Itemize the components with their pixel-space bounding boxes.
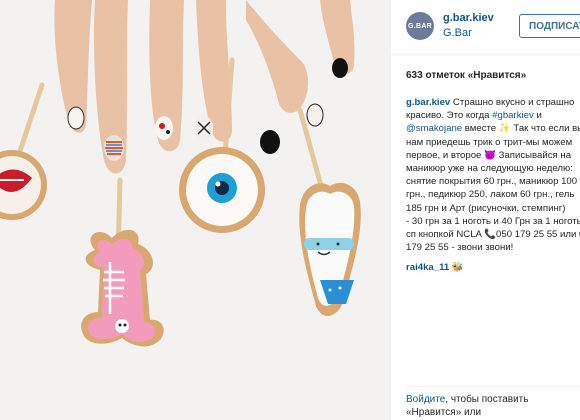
nail-art-cookies-image — [0, 0, 391, 420]
caption-text: вместе ✨ Так что если вы — [462, 123, 580, 135]
login-prompt-text-2: «Нравится» или — [406, 407, 482, 418]
comment: rai4ka_11 🐝 — [406, 262, 464, 273]
caption-line: 185 грн и Арт (рисуночки, стемпинг) — [406, 202, 580, 215]
caption-line: @smakojane вместе ✨ Так что если вы — [406, 122, 580, 135]
caption-username[interactable]: g.bar.kiev — [406, 97, 450, 108]
likes-count[interactable]: 633 отметок «Нравится» — [406, 70, 526, 81]
caption-text: нам приедешь трик о трит-мы можем — [406, 136, 573, 148]
caption-text: снятие покрытия 60 грн., маникюр 100 — [406, 176, 578, 188]
caption-text: маникюр уже на следующую неделю: — [406, 162, 573, 174]
caption-text: грн., педикюр 250, лаком 60 грн., гель — [406, 189, 575, 201]
caption-text: сп кнопкой NCLA 📞050 179 25 55 или 050 — [406, 228, 580, 240]
caption-line: снятие покрытия 60 грн., маникюр 100 — [406, 175, 580, 188]
login-prompt: Войдите, чтобы поставить «Нравится» или — [406, 386, 580, 419]
mention-link[interactable]: @smakojane — [406, 123, 462, 134]
caption-text: красиво. Это когда — [406, 110, 493, 122]
post-sidebar: G.BAR g.bar.kiev G.Bar ПОДПИСАТЬСЯ 633 о… — [391, 0, 580, 420]
caption-line: 179 25 55 - звони звони! — [406, 241, 580, 254]
post-header: G.BAR g.bar.kiev G.Bar ПОДПИСАТЬСЯ — [391, 0, 580, 55]
caption-text: 179 25 55 - звони звони! — [406, 242, 514, 254]
follow-button[interactable]: ПОДПИСАТЬСЯ — [519, 14, 580, 38]
caption-text: первое, и второе 😈 Записывайся на — [406, 149, 572, 161]
login-prompt-text: , чтобы поставить — [445, 394, 529, 405]
caption-line: - 30 грн за 1 ноготь и 40 Грн за 1 ногот… — [406, 215, 580, 228]
caption-line: g.bar.kiev Страшно вкусно и страшно — [406, 96, 580, 109]
post-photo[interactable] — [0, 0, 391, 420]
caption-text: - 30 грн за 1 ноготь и 40 Грн за 1 ногот… — [406, 215, 580, 227]
caption-line: маникюр уже на следующую неделю: — [406, 162, 580, 175]
caption-line: сп кнопкой NCLA 📞050 179 25 55 или 050 — [406, 228, 580, 241]
caption-line: красиво. Это когда #gbarkiev и — [406, 109, 580, 122]
comment-username[interactable]: rai4ka_11 — [406, 262, 449, 273]
login-link[interactable]: Войдите — [406, 394, 445, 405]
caption-line: грн., педикюр 250, лаком 60 грн., гель — [406, 188, 580, 201]
hashtag-link[interactable]: #gbarkiev — [492, 110, 534, 121]
caption-text: Страшно вкусно и страшно — [450, 97, 575, 108]
avatar[interactable]: G.BAR — [406, 12, 434, 40]
comment-text: 🐝 — [451, 262, 464, 273]
caption-line: первое, и второе 😈 Записывайся на — [406, 149, 580, 162]
full-name: G.Bar — [443, 27, 472, 39]
caption-text: 185 грн и Арт (рисуночки, стемпинг) — [406, 202, 566, 214]
caption-text: и — [533, 110, 542, 122]
caption-line: нам приедешь трик о трит-мы можем — [406, 136, 580, 149]
username-link[interactable]: g.bar.kiev — [443, 12, 494, 24]
post-caption: g.bar.kiev Страшно вкусно и страшно краси… — [406, 96, 580, 254]
